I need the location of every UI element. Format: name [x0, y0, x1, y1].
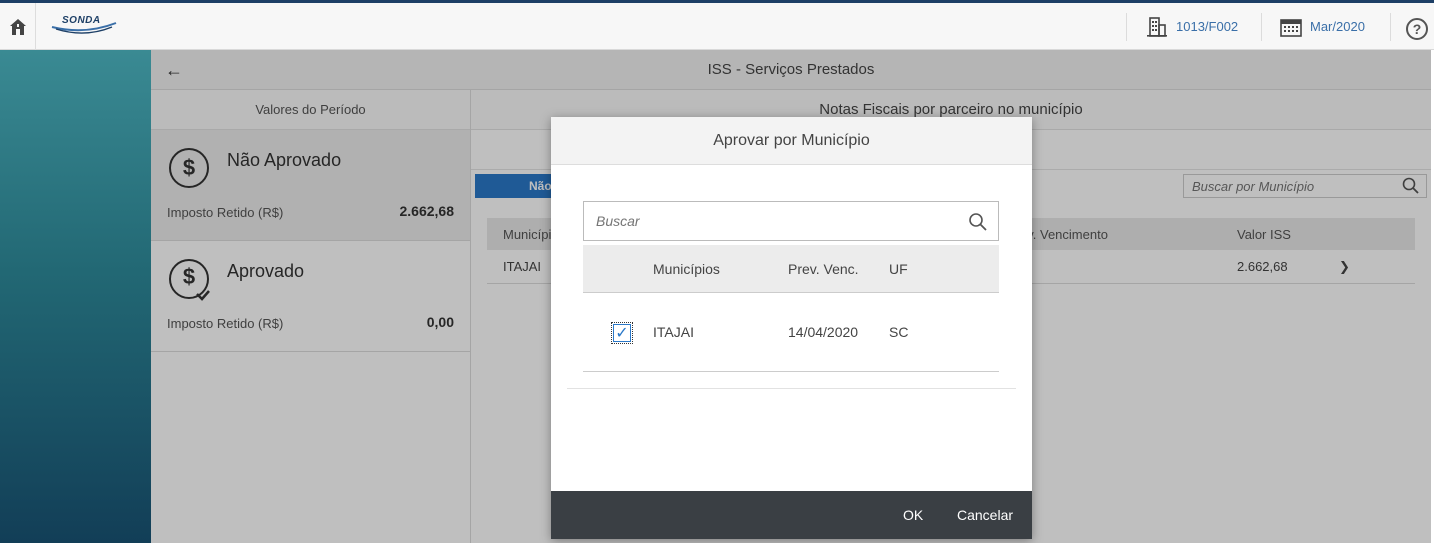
cell-municipio: ITAJAI — [653, 324, 694, 340]
cell-uf: SC — [889, 324, 909, 340]
building-icon — [1147, 16, 1167, 37]
help-icon: ? — [1412, 21, 1422, 37]
company-selector[interactable]: 1013/F002 — [1146, 3, 1238, 50]
calendar-icon — [1280, 18, 1302, 37]
logo-text: SONDA — [62, 15, 101, 26]
company-code: 1013/F002 — [1176, 19, 1239, 34]
dialog-search[interactable] — [583, 201, 999, 241]
dialog-footer: OK Cancelar — [551, 491, 1032, 539]
dialog-table-row[interactable]: ✓ ITAJAI 14/04/2020 SC — [583, 294, 999, 372]
ok-button[interactable]: OK — [903, 491, 923, 539]
help-button[interactable]: ? — [1406, 18, 1428, 40]
checkmark-icon: ✓ — [613, 324, 631, 342]
cell-prev-venc: 14/04/2020 — [788, 324, 859, 340]
column-header: UF — [889, 261, 908, 277]
top-bar: SONDA 1013/F002 Mar/2020 ? — [0, 0, 1434, 50]
home-icon — [9, 18, 26, 35]
row-checkbox[interactable]: ✓ — [611, 322, 633, 344]
home-button[interactable] — [0, 3, 36, 50]
dialog-search-input[interactable] — [584, 202, 954, 240]
search-icon[interactable] — [968, 212, 988, 232]
divider — [1126, 13, 1127, 41]
period-value: Mar/2020 — [1310, 19, 1365, 34]
cancel-button[interactable]: Cancelar — [957, 491, 1013, 539]
side-background — [0, 50, 151, 543]
divider — [567, 388, 1016, 389]
divider — [1261, 13, 1262, 41]
period-selector[interactable]: Mar/2020 — [1280, 3, 1365, 50]
column-header: Municípios — [653, 261, 720, 277]
column-header: Prev. Venc. — [788, 261, 859, 277]
dialog-title: Aprovar por Município — [551, 117, 1032, 165]
approve-by-municipality-dialog: Aprovar por Município Municípios Prev. V… — [551, 117, 1032, 539]
divider — [1390, 13, 1391, 41]
dialog-table-header: Municípios Prev. Venc. UF — [583, 245, 999, 293]
sonda-logo: SONDA — [50, 13, 120, 39]
